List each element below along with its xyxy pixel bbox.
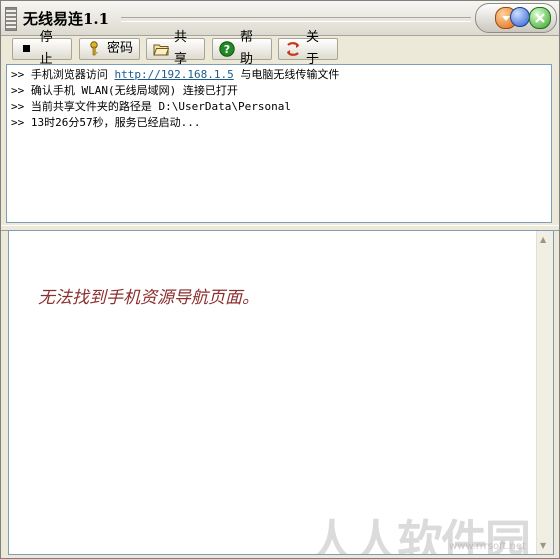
server-url-link[interactable]: http://192.168.1.5 bbox=[115, 68, 234, 81]
about-icon bbox=[285, 41, 301, 57]
about-button[interactable]: 关于 bbox=[278, 30, 338, 67]
share-button[interactable]: 共享 bbox=[146, 30, 205, 67]
help-button[interactable]: ? 帮助 bbox=[212, 30, 272, 67]
scroll-down-icon[interactable]: ▼ bbox=[540, 541, 546, 550]
settings-orb-icon[interactable] bbox=[510, 7, 530, 27]
log-text: 手机浏览器访问 bbox=[30, 68, 108, 81]
log-text: 13时26分57秒，服务已经启动... bbox=[30, 116, 201, 129]
error-message: 无法找到手机资源导航页面。 bbox=[38, 288, 259, 308]
log-prefix: >> bbox=[11, 100, 25, 113]
log-line: >> 当前共享文件夹的路径是 D:\UserData\Personal bbox=[7, 99, 551, 115]
main-window: 无线易连1.1 停止 密码 共享 ? 帮助 关于 >> 手机浏览器访问 http… bbox=[0, 0, 560, 559]
stop-icon bbox=[19, 41, 35, 57]
folder-icon bbox=[153, 41, 169, 57]
scroll-up-icon[interactable]: ▲ bbox=[540, 235, 546, 244]
log-text: 确认手机 WLAN(无线局域网) 连接已打开 bbox=[30, 84, 238, 97]
log-prefix: >> bbox=[11, 84, 25, 97]
toolbar: 停止 密码 共享 ? 帮助 关于 bbox=[1, 30, 559, 67]
title-bar[interactable]: 无线易连1.1 bbox=[1, 1, 559, 36]
stop-button[interactable]: 停止 bbox=[12, 30, 72, 67]
log-text: 与电脑无线传输文件 bbox=[240, 68, 340, 81]
browser-panel[interactable]: 无法找到手机资源导航页面。 ▲ ▼ 人人软件园 www.rrrsoft.net bbox=[8, 230, 554, 555]
password-button[interactable]: 密码 bbox=[79, 38, 140, 60]
window-title: 无线易连1.1 bbox=[23, 10, 110, 28]
key-icon bbox=[86, 41, 102, 57]
watermark-url: www.rrrsoft.net bbox=[449, 541, 526, 552]
window-grip-icon[interactable] bbox=[5, 7, 17, 31]
log-prefix: >> bbox=[11, 68, 25, 81]
log-line: >> 确认手机 WLAN(无线局域网) 连接已打开 bbox=[7, 83, 551, 99]
log-text: 当前共享文件夹的路径是 D:\UserData\Personal bbox=[30, 100, 291, 113]
close-icon[interactable] bbox=[529, 7, 551, 29]
svg-text:?: ? bbox=[224, 43, 230, 56]
log-line: >> 13时26分57秒，服务已经启动... bbox=[7, 115, 551, 131]
log-line: >> 手机浏览器访问 http://192.168.1.5 与电脑无线传输文件 bbox=[7, 67, 551, 83]
password-label: 密码 bbox=[107, 41, 134, 56]
log-panel[interactable]: >> 手机浏览器访问 http://192.168.1.5 与电脑无线传输文件 … bbox=[6, 64, 552, 223]
help-icon: ? bbox=[219, 41, 235, 57]
title-separator bbox=[121, 17, 471, 22]
log-prefix: >> bbox=[11, 116, 25, 129]
vertical-scrollbar[interactable]: ▲ ▼ bbox=[536, 231, 553, 554]
